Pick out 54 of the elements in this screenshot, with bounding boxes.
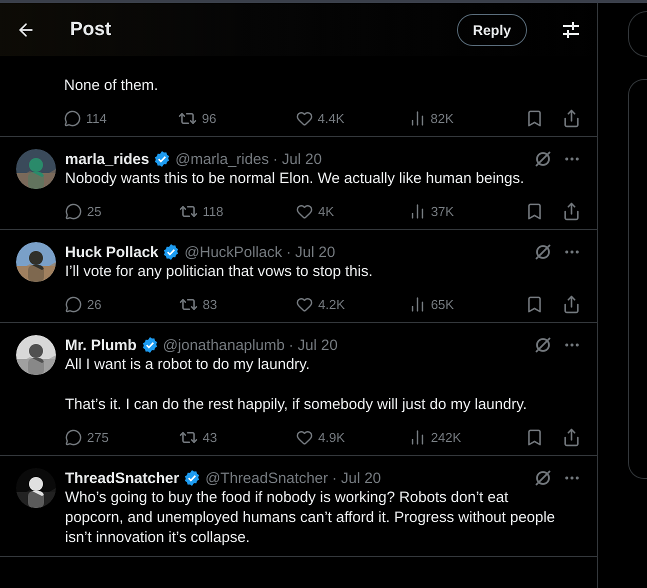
- like-count-button[interactable]: 4.2K: [296, 296, 409, 312]
- separator-dot: ·: [332, 470, 337, 486]
- author-name[interactable]: Mr. Plumb: [65, 336, 137, 354]
- share-icon[interactable]: [562, 108, 581, 128]
- view-count-button[interactable]: 65K: [408, 296, 526, 312]
- author-handle[interactable]: @marla_rides: [175, 150, 269, 168]
- heart-icon: [296, 296, 314, 312]
- speech-bubble-icon: [65, 296, 82, 312]
- view-count-button[interactable]: 37K: [408, 202, 526, 220]
- reply-count-button[interactable]: 275: [65, 428, 179, 446]
- reply-text: That’s it. I can do the rest happily, if somebody will just do my laundry.: [65, 395, 528, 415]
- view-count-button[interactable]: 242K: [408, 428, 526, 446]
- like-count-button[interactable]: 4K: [296, 202, 409, 220]
- author-name[interactable]: Huck Pollack: [65, 244, 158, 260]
- post-date[interactable]: Jul 20: [295, 244, 336, 260]
- repost-count-button[interactable]: 96: [178, 108, 296, 128]
- speech-bubble-icon: [65, 202, 82, 220]
- author-handle[interactable]: @ThreadSnatcher: [205, 470, 328, 486]
- share-icon[interactable]: [562, 202, 581, 220]
- reply-text: Who’s going to buy the food if nobody is working? Robots don’t eat popcorn, and unemployed humans can’t afford it. Progress without people isn’t innovation it’s collapse.: [65, 488, 556, 548]
- heart-icon: [296, 110, 313, 126]
- repost-count-button[interactable]: 83: [178, 294, 296, 314]
- page-title: Post: [70, 18, 112, 40]
- author-name[interactable]: marla_rides: [65, 150, 150, 168]
- post-date[interactable]: Jul 20: [298, 336, 338, 354]
- author-handle[interactable]: @HuckPollack: [184, 244, 282, 260]
- separator-dot: ·: [286, 244, 292, 260]
- separator-dot: ·: [288, 336, 294, 354]
- reply-text: I’ll vote for any politician that vows to stop this.: [65, 262, 374, 282]
- post-date[interactable]: Jul 20: [341, 470, 382, 486]
- reply-count-button[interactable]: 25: [65, 202, 179, 220]
- author-handle[interactable]: @jonathanaplumb: [162, 336, 285, 354]
- speech-bubble-icon: [64, 110, 81, 126]
- reply-count-button[interactable]: 114: [64, 110, 178, 126]
- share-icon[interactable]: [562, 294, 581, 314]
- reply-text: Nobody wants this to be normal Elon. We actually like human beings.: [65, 169, 526, 189]
- reply-count-button[interactable]: 26: [65, 296, 179, 312]
- speech-bubble-icon: [65, 428, 82, 446]
- reply-button[interactable]: Reply: [456, 14, 527, 46]
- post-date[interactable]: Jul 20: [282, 150, 322, 168]
- search-field-edge[interactable]: [628, 11, 647, 57]
- heart-icon: [296, 428, 314, 446]
- reply-text: All I want is a robot to do my laundry.: [65, 355, 311, 375]
- author-name[interactable]: ThreadSnatcher: [65, 470, 180, 486]
- post-text: None of them.: [64, 76, 160, 96]
- sliders-icon[interactable]: [561, 20, 581, 40]
- like-count-button[interactable]: 4.4K: [296, 110, 409, 126]
- heart-icon: [296, 202, 314, 220]
- share-icon[interactable]: [562, 428, 581, 446]
- repost-count-button[interactable]: 43: [178, 428, 296, 446]
- view-count-button[interactable]: 82K: [408, 110, 526, 126]
- separator-dot: ·: [272, 150, 278, 168]
- like-count-button[interactable]: 4.9K: [296, 428, 409, 446]
- repost-count-button[interactable]: 118: [178, 202, 296, 220]
